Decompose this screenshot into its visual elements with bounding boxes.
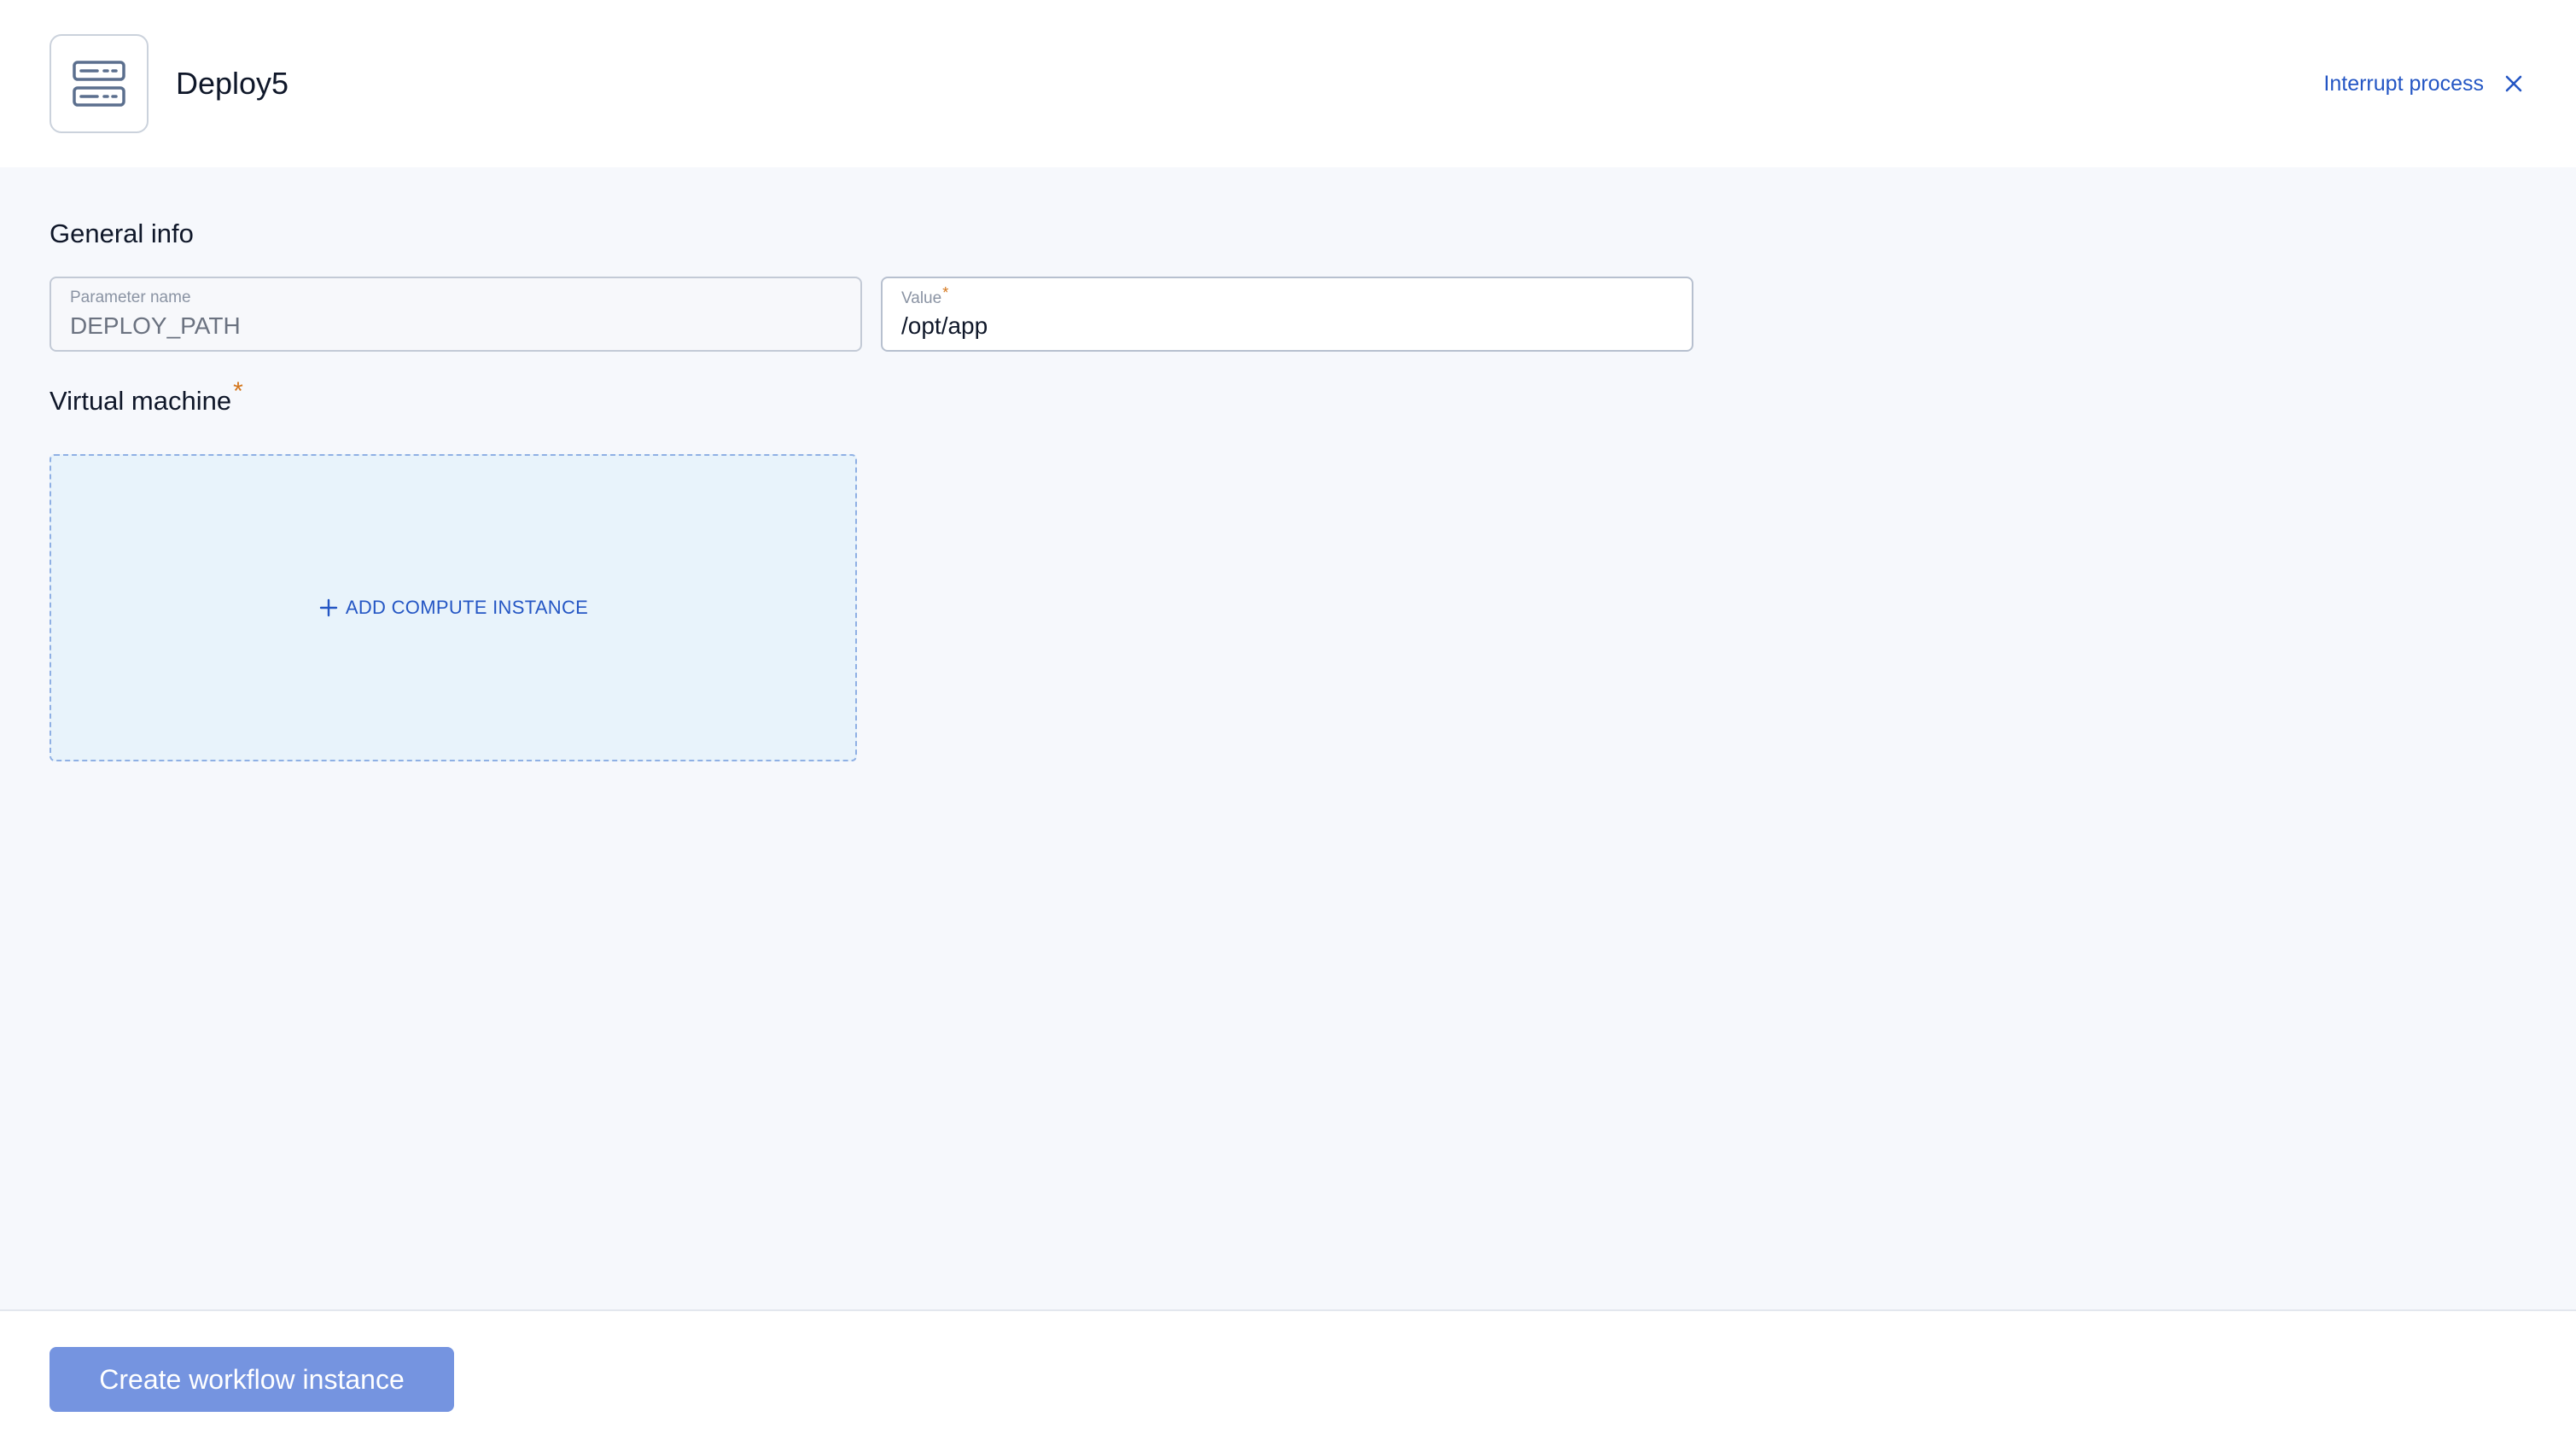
required-mark: *	[233, 377, 243, 405]
value-label: Value*	[901, 284, 949, 310]
virtual-machine-title: Virtual machine*	[50, 377, 243, 419]
main-content: General info Parameter name Value* Virtu…	[0, 167, 2576, 1309]
parameter-name-input	[70, 309, 838, 343]
plus-icon	[318, 598, 339, 618]
value-input[interactable]	[901, 309, 1670, 343]
parameter-name-field: Parameter name	[50, 277, 862, 352]
footer: Create workflow instance	[0, 1309, 2576, 1446]
interrupt-process-label: Interrupt process	[2323, 72, 2484, 96]
workflow-create-page: Deploy5 Interrupt process General info P…	[0, 0, 2576, 1446]
value-label-text: Value	[901, 289, 942, 307]
add-compute-instance-dropzone[interactable]: ADD COMPUTE INSTANCE	[50, 454, 857, 761]
add-compute-instance-label: ADD COMPUTE INSTANCE	[345, 597, 589, 618]
page-title: Deploy5	[176, 66, 289, 101]
virtual-machine-title-text: Virtual machine	[50, 386, 232, 416]
value-field[interactable]: Value*	[881, 277, 1693, 352]
required-mark: *	[942, 284, 949, 301]
interrupt-process-button[interactable]: Interrupt process	[2323, 67, 2526, 101]
header: Deploy5 Interrupt process	[0, 0, 2576, 167]
add-compute-instance-button[interactable]: ADD COMPUTE INSTANCE	[318, 597, 588, 619]
general-info-title: General info	[50, 219, 194, 248]
create-workflow-instance-button[interactable]: Create workflow instance	[50, 1347, 454, 1412]
parameter-name-label: Parameter name	[70, 289, 191, 306]
close-icon[interactable]	[2501, 71, 2526, 96]
server-stack-icon	[50, 34, 149, 133]
